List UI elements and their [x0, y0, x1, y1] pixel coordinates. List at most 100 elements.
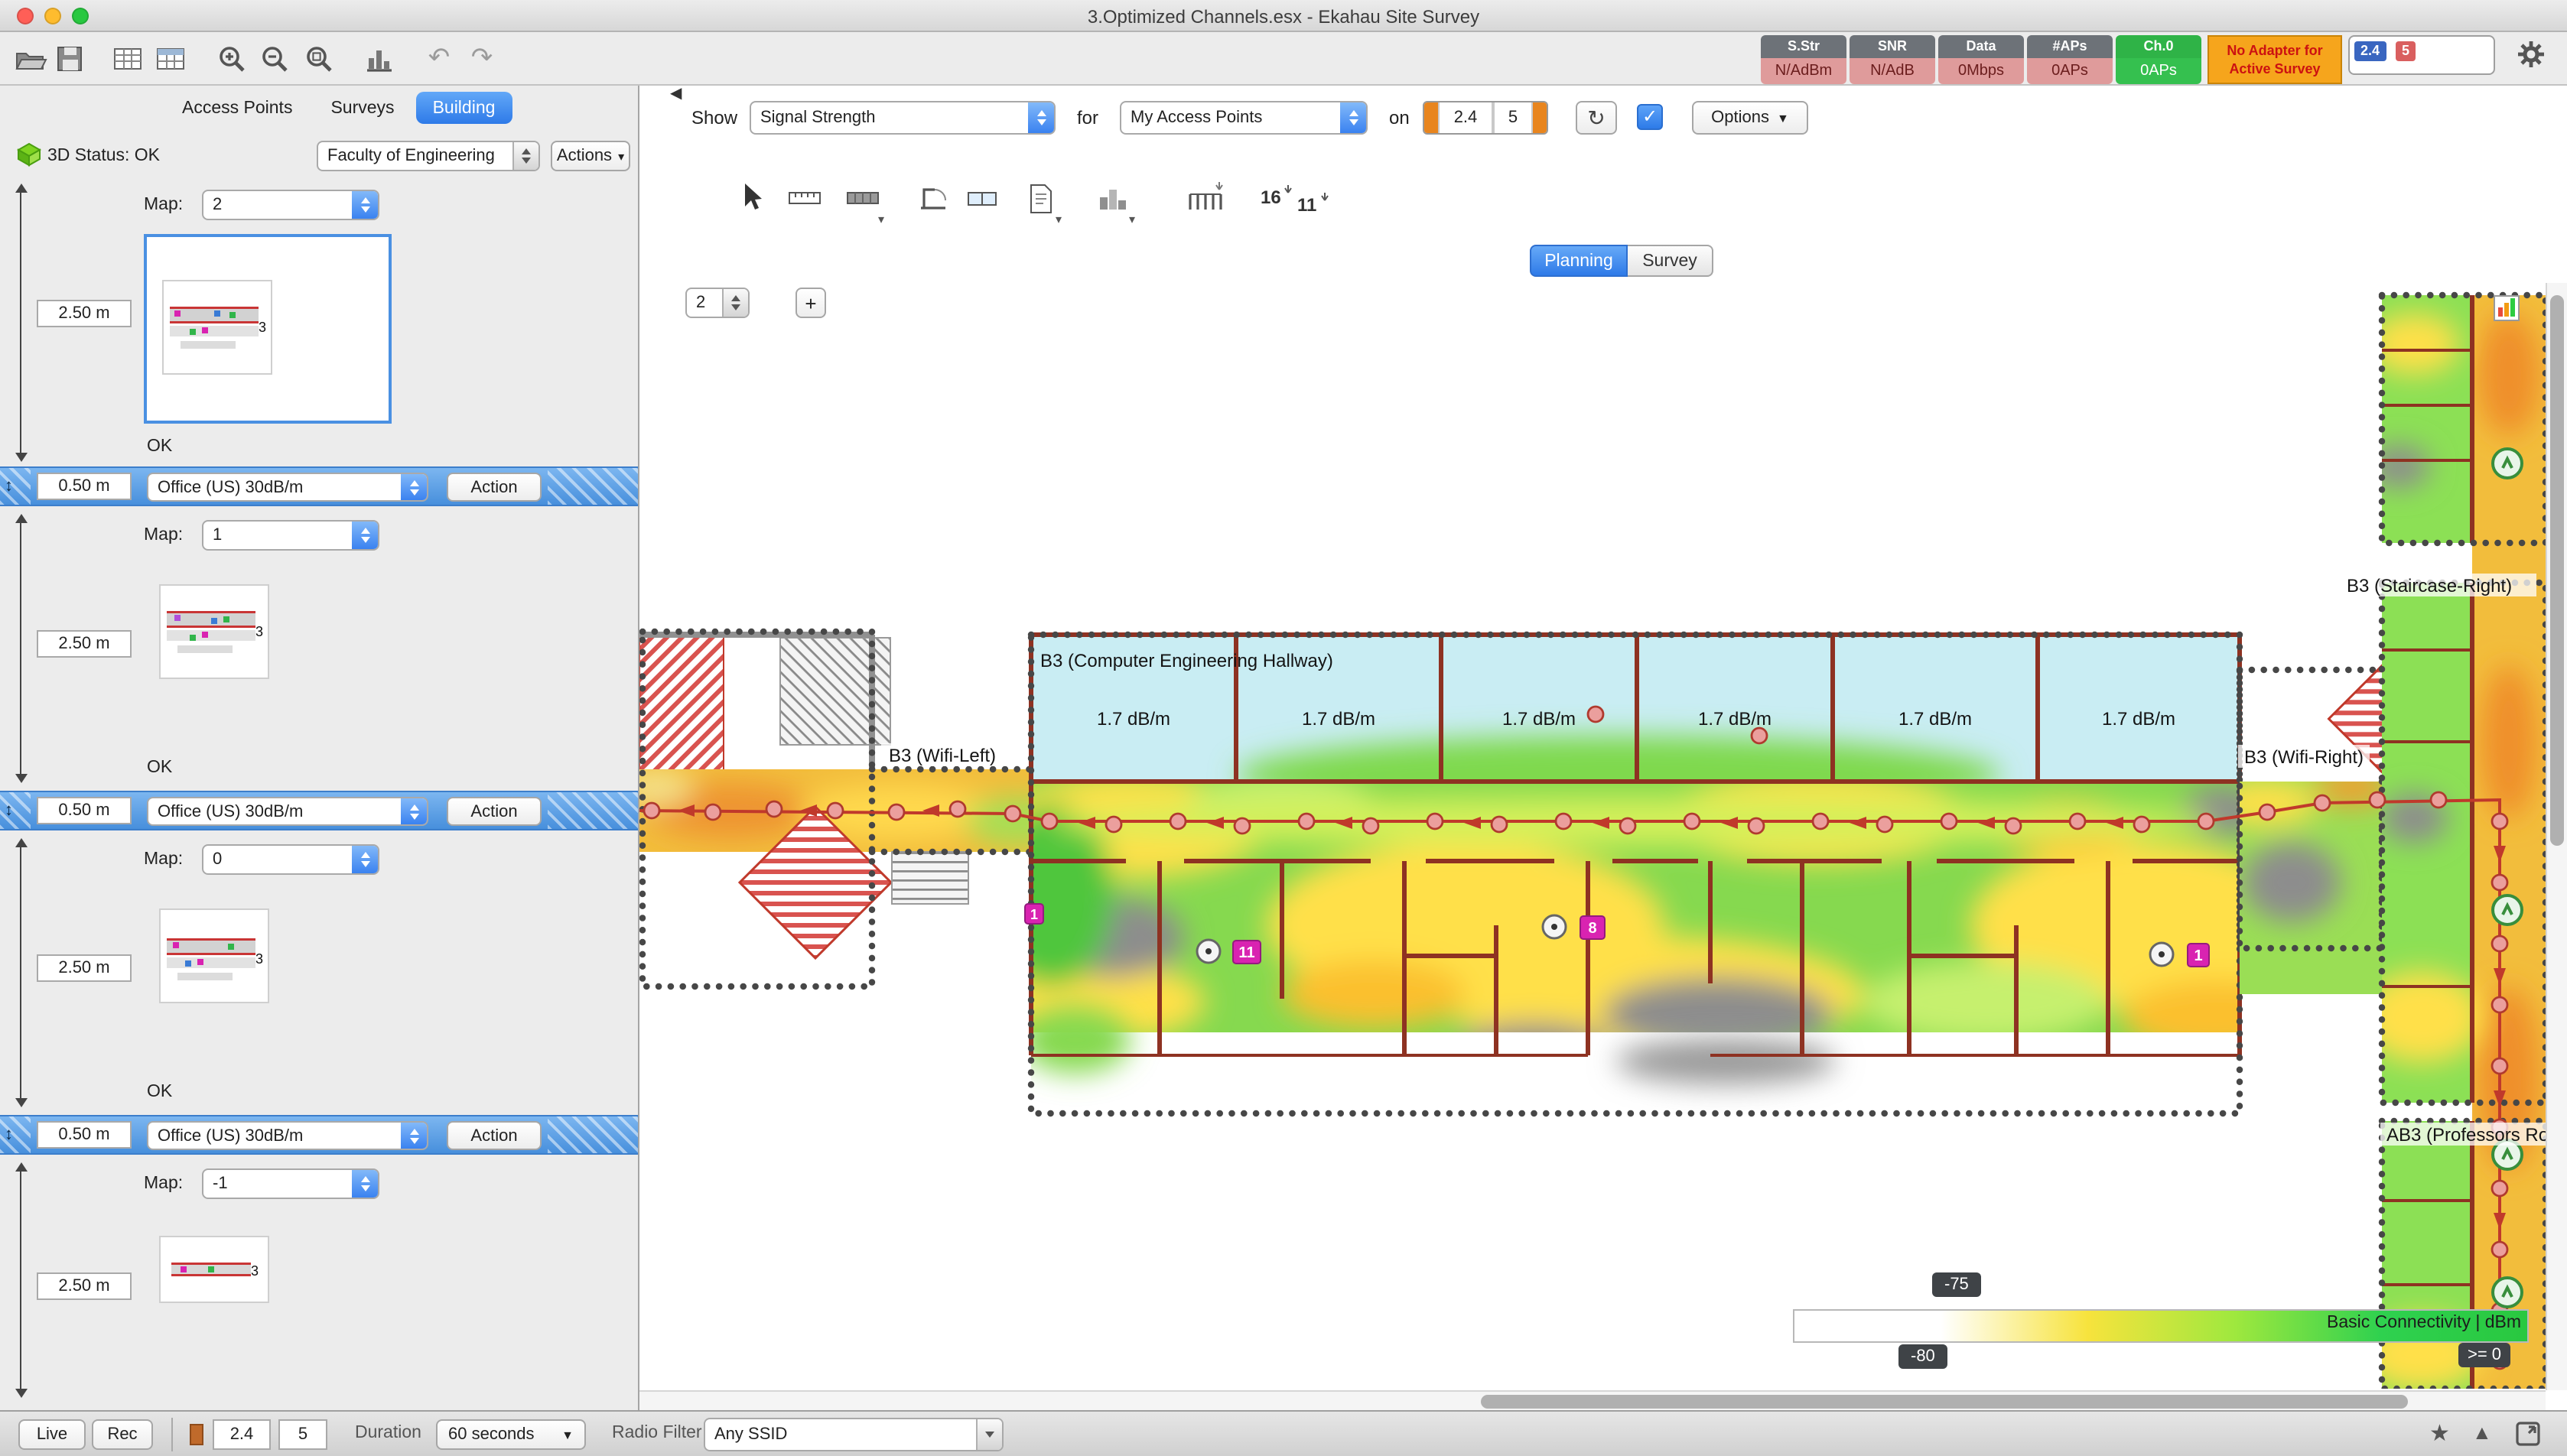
tab-surveys[interactable]: Surveys [314, 92, 411, 124]
legend-toggle-icon[interactable] [2494, 295, 2520, 321]
live-measurement-hud: S.Str N/AdBm SNR N/AdB Data 0Mbps #APs 0… [1761, 35, 2495, 84]
rec-button[interactable]: Rec [92, 1419, 153, 1450]
slab-height-field[interactable]: 0.50 m [37, 797, 132, 824]
divider [171, 1418, 173, 1451]
slab-action-button[interactable]: Action [447, 797, 542, 826]
floor-height-arrow [20, 517, 21, 780]
slab-action-button[interactable]: Action [447, 473, 542, 502]
door-tool-icon[interactable] [912, 180, 955, 229]
expand-view-icon[interactable] [2515, 1421, 2541, 1447]
add-floor-button[interactable]: + [795, 288, 826, 318]
floor-height-field[interactable]: 2.50 m [37, 954, 132, 982]
floor-2-thumbnail: 3 [162, 280, 272, 375]
area-tool-icon[interactable]: ▾ [1092, 180, 1135, 229]
band-24-segment[interactable]: 2.4 [1438, 102, 1493, 133]
band-toggle[interactable]: 2.4 5 [1423, 101, 1548, 135]
building-sidebar: Access Points Surveys Building 3D Status… [0, 86, 639, 1410]
actions-menu-button[interactable]: Actions▾ [551, 141, 630, 171]
band-5-segment[interactable]: 5 [1493, 102, 1533, 133]
statistics-chart-icon[interactable] [363, 43, 396, 76]
zoom-out-icon[interactable] [259, 43, 292, 76]
slab-separator-row: ↕ 0.50 m Office (US) 30dB/m Action [0, 1115, 639, 1155]
visualization-select[interactable]: Signal Strength [750, 101, 1056, 135]
zoom-fit-icon[interactable] [303, 43, 337, 76]
redo-icon[interactable]: ↷ [465, 43, 499, 76]
room-attenuation-label: 1.7 dB/m [1698, 709, 1772, 730]
map-number-select-2[interactable]: 2 [202, 190, 379, 220]
ap-badge[interactable]: 1 [2188, 944, 2209, 967]
svg-text:1: 1 [1030, 907, 1038, 922]
duration-select[interactable]: 60 seconds▼ [436, 1419, 586, 1450]
ap-badge[interactable]: 11 [1233, 941, 1261, 964]
tab-access-points[interactable]: Access Points [165, 92, 309, 124]
map-number-select-1[interactable]: 1 [202, 520, 379, 551]
zoom-in-icon[interactable] [216, 43, 249, 76]
band-24-field[interactable]: 2.4 [213, 1419, 271, 1450]
band-5-chip: 5 [2396, 41, 2416, 61]
select-tool-icon[interactable] [728, 180, 771, 229]
favorites-star-icon[interactable]: ★ [2429, 1419, 2450, 1447]
building-select[interactable]: Faculty of Engineering [317, 141, 540, 171]
collapse-sidebar-icon[interactable]: ◀ [670, 86, 682, 102]
note-tool-icon[interactable]: ▾ [1019, 180, 1062, 229]
measure-wall-tool-icon[interactable] [783, 180, 826, 229]
window-tool-icon[interactable] [961, 180, 1004, 229]
map-number-select-0[interactable]: 0 [202, 844, 379, 875]
vertical-scrollbar[interactable] [2546, 283, 2567, 1390]
slab-action-button[interactable]: Action [447, 1121, 542, 1150]
draw-wall-tool-icon[interactable]: ▾ [841, 180, 884, 229]
ap-badge[interactable]: 8 [1580, 916, 1605, 939]
report-grid-alt-icon[interactable] [155, 43, 188, 76]
map-number-select-minus1[interactable]: -1 [202, 1168, 379, 1199]
slab-material-select[interactable]: Office (US) 30dB/m [147, 1121, 428, 1150]
ap-filter-select[interactable]: My Access Points [1120, 101, 1368, 135]
ekahau-window: 3.Optimized Channels.esx - Ekahau Site S… [0, 0, 2567, 1456]
stepper-icon [352, 191, 378, 219]
window-title: 3.Optimized Channels.esx - Ekahau Site S… [0, 6, 2567, 28]
slab-height-field[interactable]: 0.50 m [37, 473, 132, 500]
floor-1-thumbnail[interactable]: 3 [159, 584, 269, 679]
undo-icon[interactable]: ↶ [422, 43, 456, 76]
band-5-field[interactable]: 5 [278, 1419, 327, 1450]
channel-plan-tool-icon[interactable]: 16 11 [1257, 180, 1337, 229]
slab-separator-row: ↕ 0.50 m Office (US) 30dB/m Action [0, 791, 639, 830]
refresh-button[interactable]: ↻ [1576, 101, 1617, 135]
save-project-icon[interactable] [54, 43, 87, 76]
slab-material-select[interactable]: Office (US) 30dB/m [147, 797, 428, 826]
auto-refresh-checkbox[interactable]: ✓ [1637, 104, 1663, 130]
ap-badge[interactable]: 1 [1025, 904, 1043, 924]
staircase-right-label: B3 (Staircase-Right) [2347, 576, 2512, 596]
floor-height-arrow [20, 841, 21, 1104]
attenuation-zone-tool-icon[interactable] [1184, 180, 1227, 229]
measurement-badges: S.Str N/AdBm SNR N/AdB Data 0Mbps #APs 0… [1761, 35, 2201, 84]
slab-material-select[interactable]: Office (US) 30dB/m [147, 473, 428, 502]
gear-icon[interactable] [2517, 40, 2546, 69]
open-project-icon[interactable] [14, 43, 47, 76]
floor-minus1-thumbnail[interactable]: 3 [159, 1236, 269, 1303]
floor-height-field[interactable]: 2.50 m [37, 1272, 132, 1300]
floor-spinner[interactable]: 2 [685, 288, 750, 318]
legend-max-value: >= 0 [2458, 1343, 2510, 1367]
tab-survey[interactable]: Survey [1628, 245, 1713, 277]
ssid-filter-select[interactable]: Any SSID [704, 1418, 1004, 1451]
floor-height-field[interactable]: 2.50 m [37, 300, 132, 327]
floor-plan-canvas[interactable]: B3 (Computer Engineering Hallway) 1.7 dB… [639, 283, 2546, 1389]
svg-text:16: 16 [1261, 187, 1281, 208]
for-label: for [1077, 107, 1098, 128]
floor-0-thumbnail[interactable]: 3 [159, 908, 269, 1003]
map-overview-icon[interactable]: ▲ [2472, 1421, 2492, 1444]
floor-thumbnail-selected[interactable]: 3 [144, 234, 392, 424]
stepper-icon [352, 846, 378, 873]
room-attenuation-label: 1.7 dB/m [1502, 709, 1576, 730]
slab-height-field[interactable]: 0.50 m [37, 1121, 132, 1149]
floor-height-field[interactable]: 2.50 m [37, 630, 132, 658]
tab-building[interactable]: Building [416, 92, 512, 124]
tab-planning[interactable]: Planning [1530, 245, 1628, 277]
vertical-scrollbar-thumb[interactable] [2550, 295, 2564, 846]
legend-threshold-tooltip: -75 [1932, 1272, 1981, 1297]
horizontal-scrollbar-thumb[interactable] [1481, 1395, 2408, 1409]
live-button[interactable]: Live [18, 1419, 86, 1450]
options-menu-button[interactable]: Options▼ [1692, 101, 1808, 135]
report-grid-icon[interactable] [112, 43, 145, 76]
horizontal-scrollbar[interactable] [639, 1390, 2546, 1410]
